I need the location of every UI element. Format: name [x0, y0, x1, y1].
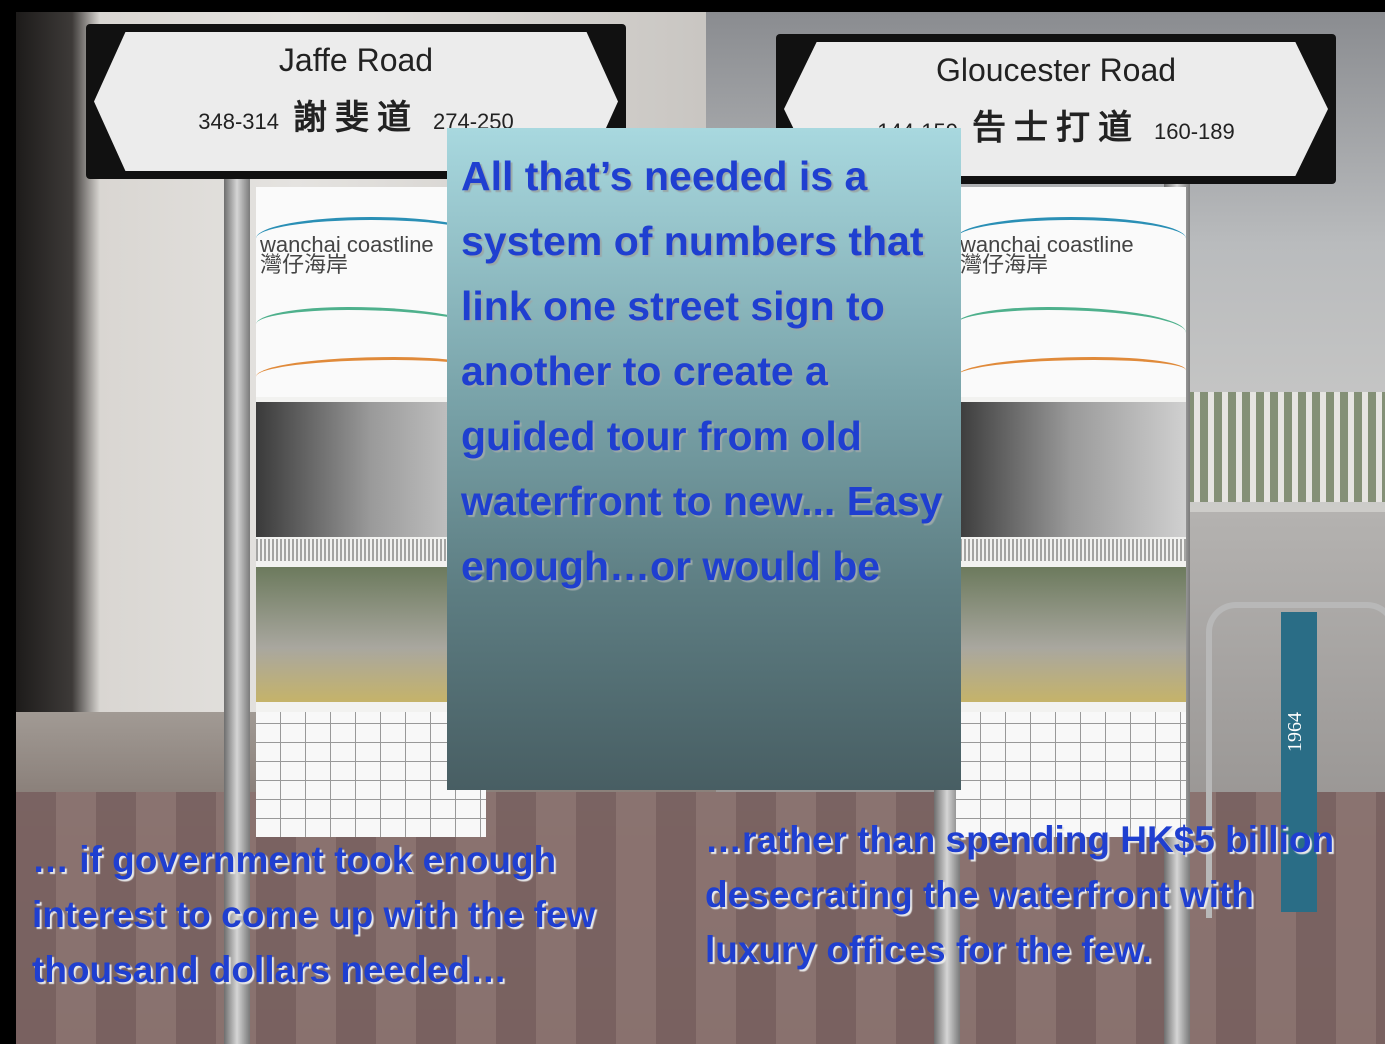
historic-photo [956, 402, 1186, 537]
right-note: …rather than spending HK$5 billion desec… [705, 819, 1335, 970]
coastline-map: wanchai coastline 灣仔海岸 [956, 187, 1186, 397]
panel-brand: wanchai coastline 灣仔海岸 [960, 232, 1134, 277]
panel-caption-text [956, 539, 1186, 561]
modern-street-photo [956, 567, 1186, 702]
caption-text: All that’s needed is a system of numbers… [461, 153, 943, 589]
right-info-panel: wanchai coastline 灣仔海岸 [956, 187, 1186, 837]
sign-title: Jaffe Road [278, 42, 434, 78]
street-railing [1166, 392, 1385, 502]
caption-box: All that’s needed is a system of numbers… [447, 128, 961, 790]
sign-title: Gloucester Road [935, 52, 1177, 88]
left-note: … if government took enough interest to … [32, 839, 596, 990]
post-label: 1964 [1284, 712, 1306, 752]
panel-brand: wanchai coastline 灣仔海岸 [260, 232, 434, 277]
